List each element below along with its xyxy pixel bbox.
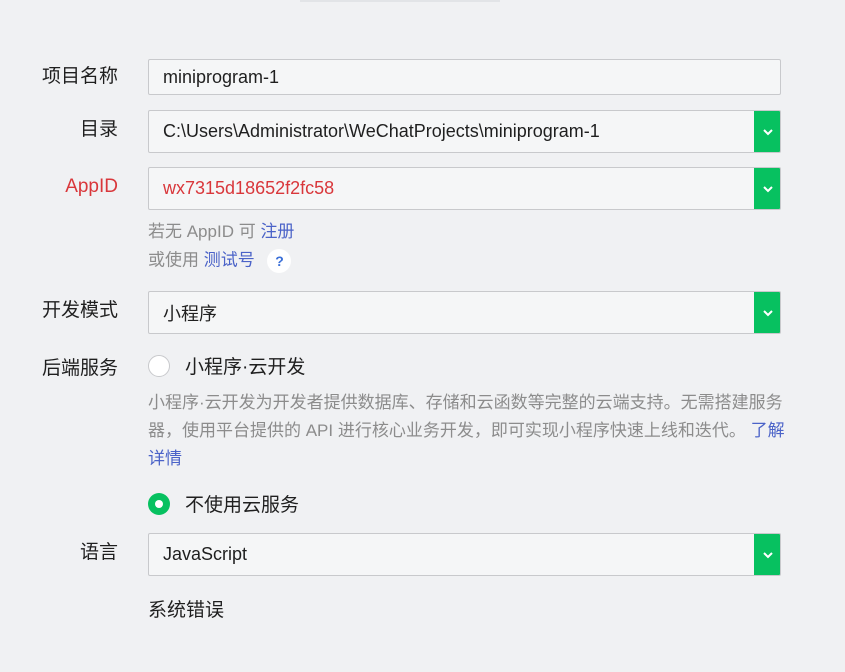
dev-mode-dropdown-button[interactable] xyxy=(754,292,780,333)
register-hint-text: 若无 AppID 可 xyxy=(148,222,256,241)
project-name-value: miniprogram-1 xyxy=(163,66,280,87)
appid-select[interactable]: wx7315d18652f2fc58 xyxy=(148,167,781,210)
language-select[interactable]: JavaScript xyxy=(148,533,781,576)
directory-value: C:\Users\Administrator\WeChatProjects\mi… xyxy=(163,121,600,141)
top-tab-indicator xyxy=(300,0,500,2)
language-value: JavaScript xyxy=(163,544,248,564)
radio-cloud-dev-label: 小程序·云开发 xyxy=(185,357,306,378)
radio-no-cloud[interactable]: 不使用云服务 xyxy=(148,490,299,517)
cloud-dev-description-text: 小程序·云开发为开发者提供数据库、存储和云函数等完整的云端支持。无需搭建服务器，… xyxy=(148,393,783,440)
chevron-down-icon xyxy=(762,128,773,135)
question-icon[interactable]: ? xyxy=(267,249,292,273)
test-hint-text: 或使用 xyxy=(148,250,199,270)
dev-mode-label: 开发模式 xyxy=(41,300,118,321)
radio-cloud-dev-circle[interactable] xyxy=(148,354,170,377)
new-project-form: 项目名称 miniprogram-1 目录 C:\Users\Administr… xyxy=(0,0,845,672)
test-account-link[interactable]: 测试号 xyxy=(204,250,255,269)
directory-label: 目录 xyxy=(79,119,118,140)
register-link[interactable]: 注册 xyxy=(260,222,294,241)
radio-no-cloud-label: 不使用云服务 xyxy=(185,495,300,516)
backend-label: 后端服务 xyxy=(41,358,118,379)
dev-mode-value: 小程序 xyxy=(163,303,217,324)
cloud-dev-description: 小程序·云开发为开发者提供数据库、存储和云函数等完整的云端支持。无需搭建服务器，… xyxy=(148,389,788,473)
status-error-text: 系统错误 xyxy=(148,600,225,621)
appid-value: wx7315d18652f2fc58 xyxy=(163,178,335,198)
directory-dropdown-button[interactable] xyxy=(754,111,780,152)
language-label: 语言 xyxy=(79,542,118,563)
appid-label: AppID xyxy=(65,176,118,197)
chevron-down-icon xyxy=(762,185,773,192)
appid-test-hint: 或使用 测试号 ? xyxy=(148,249,292,273)
dev-mode-select[interactable]: 小程序 xyxy=(148,291,781,334)
chevron-down-icon xyxy=(762,309,773,316)
project-name-input[interactable]: miniprogram-1 xyxy=(148,59,781,95)
appid-dropdown-button[interactable] xyxy=(754,168,780,209)
language-dropdown-button[interactable] xyxy=(754,534,780,575)
radio-cloud-dev[interactable]: 小程序·云开发 xyxy=(148,352,305,379)
radio-no-cloud-circle[interactable] xyxy=(148,492,170,515)
appid-register-hint: 若无 AppID 可 注册 xyxy=(148,221,294,243)
directory-select[interactable]: C:\Users\Administrator\WeChatProjects\mi… xyxy=(148,110,781,153)
project-name-label: 项目名称 xyxy=(41,66,118,87)
chevron-down-icon xyxy=(762,551,773,558)
